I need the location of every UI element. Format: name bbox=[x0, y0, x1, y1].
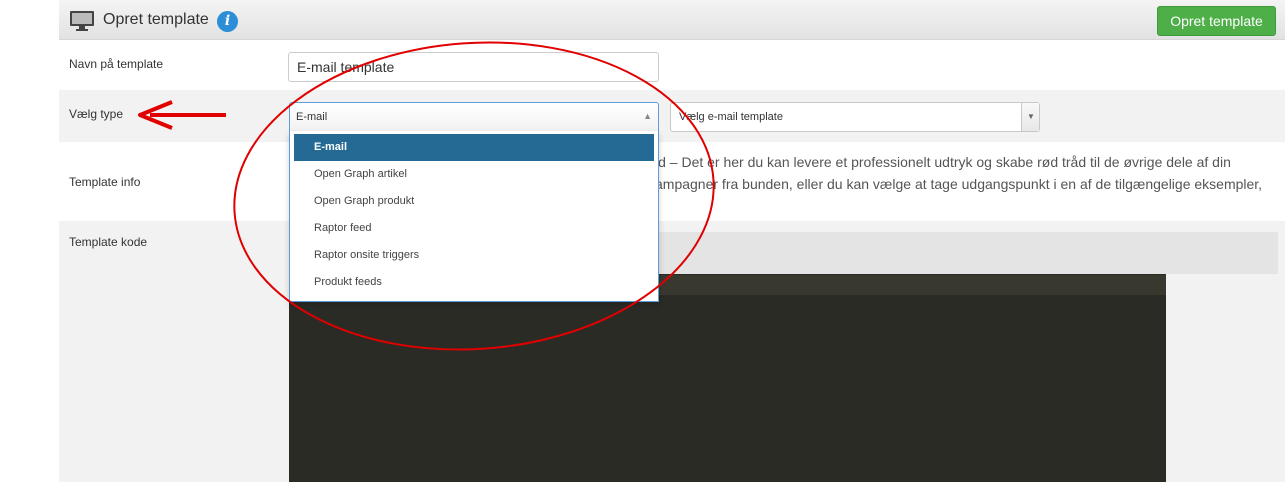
type-label: Vælg type bbox=[69, 107, 124, 121]
dropdown-option-raptor-onsite[interactable]: Raptor onsite triggers bbox=[294, 242, 654, 269]
create-template-panel: Opret template i Opret template Navn på … bbox=[59, 0, 1285, 482]
dropdown-option-raptor-feed[interactable]: Raptor feed bbox=[294, 215, 654, 242]
info-icon[interactable]: i bbox=[217, 11, 238, 32]
type-row: Vælg type E-mail ▲ Vælg e-mail template … bbox=[59, 90, 1285, 142]
dropdown-option-og-produkt[interactable]: Open Graph produkt bbox=[294, 188, 654, 215]
caret-up-icon: ▲ bbox=[643, 111, 652, 121]
page-title: Opret template bbox=[103, 11, 209, 28]
dropdown-option-produkt-feeds[interactable]: Produkt feeds bbox=[294, 269, 654, 296]
name-label: Navn på template bbox=[69, 57, 164, 71]
type-dropdown-menu: E-mail Open Graph artikel Open Graph pro… bbox=[289, 131, 659, 302]
monitor-icon bbox=[70, 11, 94, 31]
email-template-select-placeholder: Vælg e-mail template bbox=[679, 111, 783, 123]
info-text-line: ampagner fra bunden, eller du kan vælge … bbox=[655, 176, 1263, 192]
panel-header: Opret template i Opret template bbox=[59, 0, 1285, 40]
dropdown-option-og-artikel[interactable]: Open Graph artikel bbox=[294, 161, 654, 188]
template-name-input[interactable] bbox=[288, 52, 659, 82]
type-select[interactable]: E-mail ▲ bbox=[289, 102, 659, 132]
email-template-select[interactable]: Vælg e-mail template ▼ bbox=[670, 102, 1040, 132]
template-info-text: ld – Det er her du kan levere et profess… bbox=[655, 151, 1285, 195]
select-toggle[interactable]: ▼ bbox=[1021, 103, 1039, 131]
code-label: Template kode bbox=[69, 235, 148, 249]
info-row: Template info ld – Det er her du kan lev… bbox=[59, 142, 1285, 221]
create-template-button[interactable]: Opret template bbox=[1157, 6, 1276, 36]
caret-down-icon: ▼ bbox=[1027, 112, 1035, 121]
name-row: Navn på template bbox=[59, 41, 1285, 90]
info-text-line: ld – Det er her du kan levere et profess… bbox=[655, 154, 1231, 170]
info-label: Template info bbox=[69, 175, 141, 189]
type-select-value: E-mail bbox=[296, 111, 328, 123]
code-row: Template kode bbox=[59, 221, 1285, 482]
code-editor[interactable] bbox=[289, 274, 1166, 482]
dropdown-option-email[interactable]: E-mail bbox=[294, 134, 654, 161]
